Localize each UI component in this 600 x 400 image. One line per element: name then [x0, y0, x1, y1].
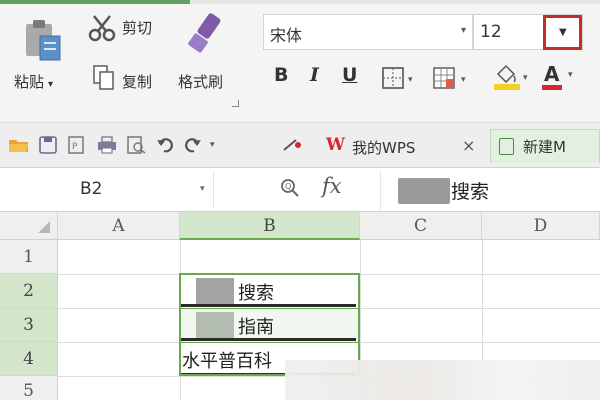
blurred-text — [196, 312, 234, 338]
open-folder-icon[interactable] — [8, 136, 28, 154]
row-header-2[interactable]: 2 — [0, 274, 58, 308]
font-size-dropdown-button[interactable]: ▼ — [543, 15, 582, 50]
spreadsheet-grid: A B C D 1 2 3 4 5 搜索 指南 水平普百科 — [0, 212, 600, 400]
bold-button[interactable]: B — [274, 64, 288, 94]
font-color-swatch — [542, 85, 562, 90]
format-painter-button[interactable]: 格式刷 — [178, 71, 223, 92]
quick-access-toolbar: P ▾ W 我的WPS × 新建M — [0, 122, 600, 168]
paste-icon[interactable] — [22, 18, 64, 62]
row-header-5[interactable]: 5 — [0, 376, 58, 400]
fill-color-icon[interactable]: ▾ — [492, 62, 534, 92]
copy-button[interactable]: 复制 — [122, 71, 152, 92]
row-header-3[interactable]: 3 — [0, 308, 58, 342]
select-all-corner[interactable] — [0, 212, 58, 240]
customize-toolbar-icon[interactable] — [282, 136, 302, 154]
row-header-1[interactable]: 1 — [0, 240, 58, 274]
ribbon: 粘贴 ▾ 剪切 复制 格式刷 宋体 ▾ 12 ▼ B I U ▾ ▾ ▾ A ▾ — [0, 0, 600, 122]
cell-b3[interactable]: 指南 — [180, 308, 360, 342]
cell-underline — [180, 338, 356, 341]
italic-button[interactable]: I — [310, 64, 319, 94]
row-header-4[interactable]: 4 — [0, 342, 58, 376]
column-header-b[interactable]: B — [180, 212, 360, 240]
ribbon-active-tab-indicator — [0, 0, 190, 4]
export-pdf-icon[interactable]: P — [66, 136, 86, 154]
name-box[interactable]: B2 ▾ — [0, 172, 214, 208]
column-header-a[interactable]: A — [58, 212, 180, 240]
column-header-c[interactable]: C — [360, 212, 482, 240]
selection-divider — [180, 308, 360, 309]
close-icon[interactable]: × — [462, 136, 475, 155]
redo-icon[interactable] — [182, 136, 202, 154]
watermark-overlay — [285, 360, 600, 400]
chevron-down-icon: ▾ — [568, 70, 573, 80]
zoom-search-icon[interactable]: Q — [280, 178, 300, 203]
borders-icon[interactable]: ▾ — [381, 66, 423, 90]
save-icon[interactable] — [38, 136, 58, 154]
formula-input[interactable]: 搜索 — [380, 170, 600, 210]
wps-logo-icon: W — [326, 135, 346, 155]
cut-button[interactable]: 剪切 — [122, 17, 152, 38]
chevron-down-icon: ▾ — [200, 184, 205, 194]
format-painter-icon[interactable] — [184, 12, 224, 56]
scissors-icon[interactable] — [88, 14, 116, 42]
insert-function-button[interactable]: fx — [322, 174, 342, 198]
column-header-d[interactable]: D — [482, 212, 600, 240]
svg-text:P: P — [72, 142, 78, 152]
svg-text:▾: ▾ — [408, 75, 413, 85]
formula-bar: B2 ▾ Q fx 搜索 — [0, 168, 600, 212]
svg-text:▾: ▾ — [523, 73, 528, 83]
chevron-down-icon: ▾ — [460, 25, 466, 36]
font-color-button[interactable]: A ▾ — [540, 62, 590, 92]
selection-divider — [180, 342, 360, 343]
blurred-text — [398, 178, 450, 204]
ribbon-tab-strip — [190, 0, 600, 4]
copy-icon[interactable] — [92, 64, 116, 92]
clipboard-group-launcher[interactable] — [232, 100, 239, 107]
chevron-down-icon[interactable]: ▾ — [210, 140, 230, 158]
undo-icon[interactable] — [156, 136, 176, 154]
cell-underline — [180, 304, 356, 307]
svg-text:Q: Q — [285, 182, 291, 191]
document-icon — [499, 138, 514, 155]
paste-button[interactable]: 粘贴 ▾ — [14, 71, 53, 92]
svg-text:▾: ▾ — [461, 75, 466, 85]
chevron-down-icon: ▼ — [559, 27, 567, 38]
print-preview-icon[interactable] — [126, 136, 146, 154]
print-icon[interactable] — [96, 136, 116, 154]
cell-b2[interactable]: 搜索 — [180, 274, 360, 308]
underline-button[interactable]: U — [342, 64, 357, 94]
tab-my-wps[interactable]: W 我的WPS × — [322, 131, 487, 161]
blurred-text — [196, 278, 234, 304]
font-name-select[interactable]: 宋体 ▾ — [263, 14, 473, 50]
tab-new-document[interactable]: 新建M — [490, 129, 600, 163]
cell-style-icon[interactable]: ▾ — [432, 66, 476, 90]
